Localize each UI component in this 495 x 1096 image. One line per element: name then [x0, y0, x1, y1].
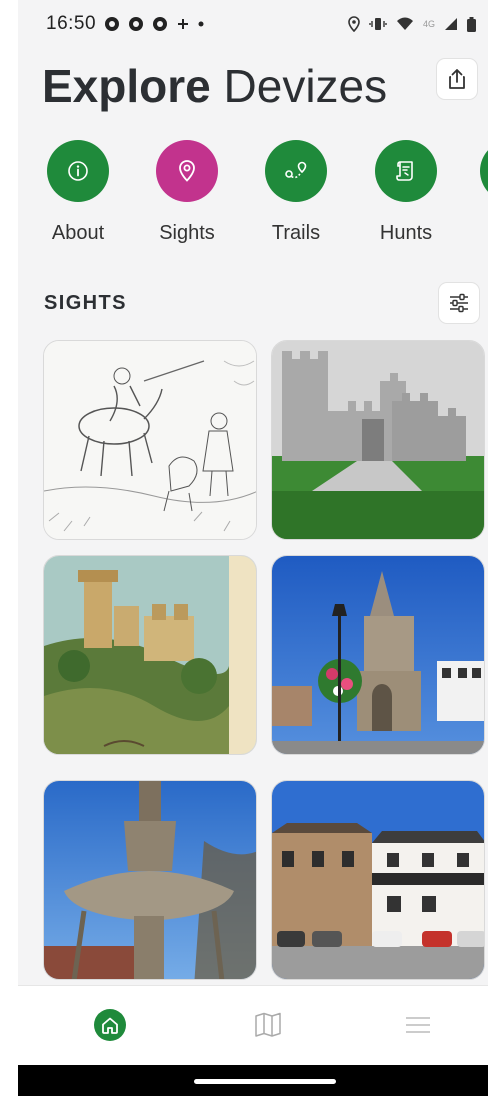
notification-icon [104, 16, 120, 32]
dot-icon [198, 21, 204, 27]
category-row: About Sights Trails Hunts [28, 140, 488, 260]
sight-card[interactable] [271, 555, 485, 755]
vibrate-icon [369, 17, 387, 31]
category-about[interactable]: About [28, 140, 128, 245]
page-header: Explore Devizes [42, 56, 482, 116]
sight-card[interactable] [43, 780, 257, 980]
info-icon [68, 161, 88, 181]
tab-home[interactable] [80, 1000, 140, 1050]
location-pin-icon [179, 160, 195, 182]
category-circle [480, 140, 488, 202]
filter-button[interactable] [438, 282, 480, 324]
status-time: 16:50 [46, 13, 97, 34]
title-bold: Explore [42, 60, 211, 112]
sight-image [44, 556, 256, 754]
status-bar: 16:50 4G [18, 0, 488, 48]
category-circle [375, 140, 437, 202]
bottom-tab-bar [18, 985, 488, 1066]
home-indicator[interactable] [194, 1079, 336, 1084]
category-sights[interactable]: Sights [137, 140, 237, 245]
sight-card[interactable] [271, 340, 485, 540]
share-icon [449, 69, 465, 89]
sight-image [44, 781, 256, 979]
sight-image [272, 556, 484, 754]
category-label: Hunts [379, 222, 433, 244]
sight-image [44, 341, 256, 539]
category-trails[interactable]: Trails [246, 140, 346, 245]
sliders-icon [450, 293, 468, 313]
status-left: 16:50 [46, 13, 204, 35]
category-label: Trails [271, 222, 321, 244]
wifi-icon [396, 17, 414, 31]
trail-route-icon [285, 161, 307, 179]
share-button[interactable] [436, 58, 478, 100]
category-hunts[interactable]: Hunts [356, 140, 456, 245]
notification-icon [152, 16, 168, 32]
map-icon [255, 1012, 281, 1037]
signal-icon [444, 17, 458, 31]
sight-card[interactable] [43, 555, 257, 755]
sight-image [272, 781, 484, 979]
battery-icon [467, 16, 476, 32]
status-right: 4G [348, 16, 476, 32]
category-events[interactable]: Ev [461, 140, 488, 245]
category-circle [47, 140, 109, 202]
section-title: SIGHTS [44, 292, 127, 314]
category-circle [265, 140, 327, 202]
title-place: Devizes [223, 60, 388, 112]
tab-map[interactable] [238, 1000, 298, 1050]
category-label: About [51, 222, 105, 244]
category-circle [156, 140, 218, 202]
sight-image [272, 341, 484, 539]
system-navigation-bar [18, 1065, 488, 1096]
sight-card[interactable] [43, 340, 257, 540]
notification-icon [128, 16, 144, 32]
sights-section-header: SIGHTS [44, 282, 482, 326]
sight-card[interactable] [271, 780, 485, 980]
app-screen: 16:50 4G Explore Devizes About Sights Tr… [18, 0, 488, 1096]
network-type-label: 4G [422, 19, 435, 29]
home-icon [94, 1009, 126, 1041]
tab-menu[interactable] [388, 1000, 448, 1050]
hamburger-menu-icon [406, 1017, 430, 1033]
sync-icon [176, 17, 190, 31]
scroll-map-icon [396, 161, 413, 181]
category-label: Sights [159, 222, 215, 244]
location-icon [348, 16, 360, 32]
page-title: Explore Devizes [42, 56, 482, 116]
category-label: Ev [461, 222, 488, 245]
